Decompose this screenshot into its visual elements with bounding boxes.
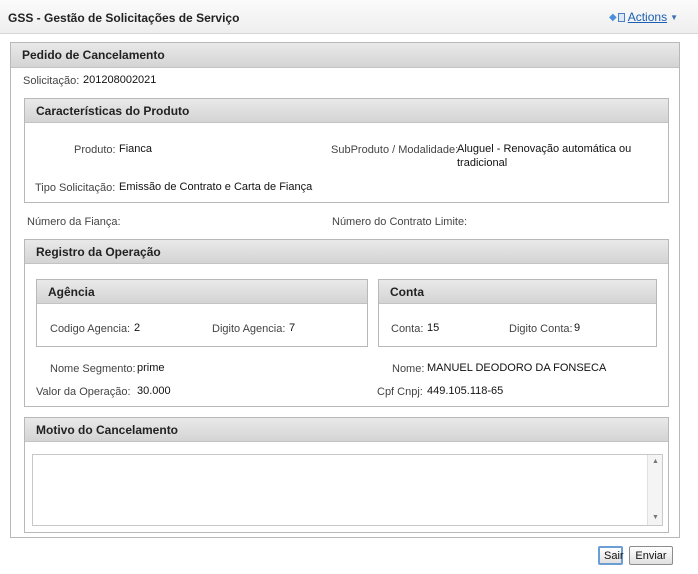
numero-fianca-label: Número da Fiança: bbox=[27, 216, 121, 228]
valor-operacao-label: Valor da Operação: bbox=[36, 386, 131, 398]
motivo-section: Motivo do Cancelamento ▲ ▼ bbox=[24, 417, 669, 533]
tipo-solicitacao-value: Emissão de Contrato e Carta de Fiança bbox=[119, 181, 313, 193]
sair-button[interactable]: Sair bbox=[598, 546, 624, 565]
digito-conta-value: 9 bbox=[574, 322, 581, 334]
nome-label: Nome: bbox=[392, 363, 425, 375]
cancel-request-panel: Pedido de Cancelamento Solicitação: 2012… bbox=[10, 42, 680, 538]
conta-label: Conta: bbox=[391, 323, 424, 335]
produto-value: Fianca bbox=[119, 143, 153, 155]
motivo-textarea[interactable] bbox=[32, 454, 663, 526]
segmento-value: prime bbox=[137, 362, 165, 374]
codigo-agencia-value: 2 bbox=[134, 322, 141, 334]
motivo-scrollbar[interactable]: ▲ ▼ bbox=[647, 455, 662, 525]
document-menu-icon: ◆ bbox=[609, 12, 625, 23]
app-title: GSS - Gestão de Solicitações de Serviço bbox=[8, 11, 240, 25]
digito-conta-label: Digito Conta: bbox=[509, 323, 573, 335]
valor-operacao-value: 30.000 bbox=[137, 385, 171, 397]
produto-label: Produto: bbox=[74, 144, 116, 156]
panel-title: Pedido de Cancelamento bbox=[11, 43, 679, 68]
solicitacao-label: Solicitação: bbox=[23, 75, 80, 87]
cpf-cnpj-label: Cpf Cnpj: bbox=[377, 386, 423, 398]
numero-contrato-label: Número do Contrato Limite: bbox=[332, 216, 468, 228]
nome-value: MANUEL DEODORO DA FONSECA bbox=[427, 362, 607, 374]
subproduto-label: SubProduto / Modalidade: bbox=[331, 144, 459, 156]
tipo-solicitacao-label: Tipo Solicitação: bbox=[35, 182, 116, 194]
arrow-up-icon[interactable]: ▲ bbox=[648, 455, 663, 469]
conta-title: Conta bbox=[379, 280, 656, 304]
codigo-agencia-label: Codigo Agencia: bbox=[50, 323, 131, 335]
operation-section: Registro da Operação Agência Codigo Agen… bbox=[24, 239, 669, 407]
subproduto-value-line1: Aluguel - Renovação automática ou bbox=[457, 143, 632, 155]
agencia-box: Agência Codigo Agencia: 2 Digito Agencia… bbox=[36, 279, 368, 347]
title-bar: GSS - Gestão de Solicitações de Serviço … bbox=[0, 0, 698, 34]
segmento-label: Nome Segmento: bbox=[50, 363, 136, 375]
product-section: Características do Produto Produto: Fian… bbox=[24, 98, 669, 203]
motivo-body: ▲ ▼ bbox=[25, 443, 668, 532]
solicitacao-value: 201208002021 bbox=[83, 74, 157, 86]
arrow-down-icon[interactable]: ▼ bbox=[648, 511, 663, 525]
subproduto-value-line2: tradicional bbox=[457, 157, 508, 169]
digito-agencia-label: Digito Agencia: bbox=[212, 323, 286, 335]
operation-section-title: Registro da Operação bbox=[25, 240, 668, 264]
caret-down-icon: ▼ bbox=[670, 12, 678, 22]
motivo-section-title: Motivo do Cancelamento bbox=[25, 418, 668, 442]
agencia-title: Agência bbox=[37, 280, 367, 304]
product-section-title: Características do Produto bbox=[25, 99, 668, 123]
actions-menu[interactable]: ◆ Actions ▼ bbox=[609, 10, 678, 24]
digito-agencia-value: 7 bbox=[289, 322, 296, 334]
cpf-cnpj-value: 449.105.118-65 bbox=[427, 385, 504, 397]
enviar-button[interactable]: Enviar bbox=[629, 546, 673, 565]
conta-box: Conta Conta: 15 Digito Conta: 9 bbox=[378, 279, 657, 347]
conta-value: 15 bbox=[427, 322, 440, 334]
actions-label[interactable]: Actions bbox=[628, 10, 667, 24]
